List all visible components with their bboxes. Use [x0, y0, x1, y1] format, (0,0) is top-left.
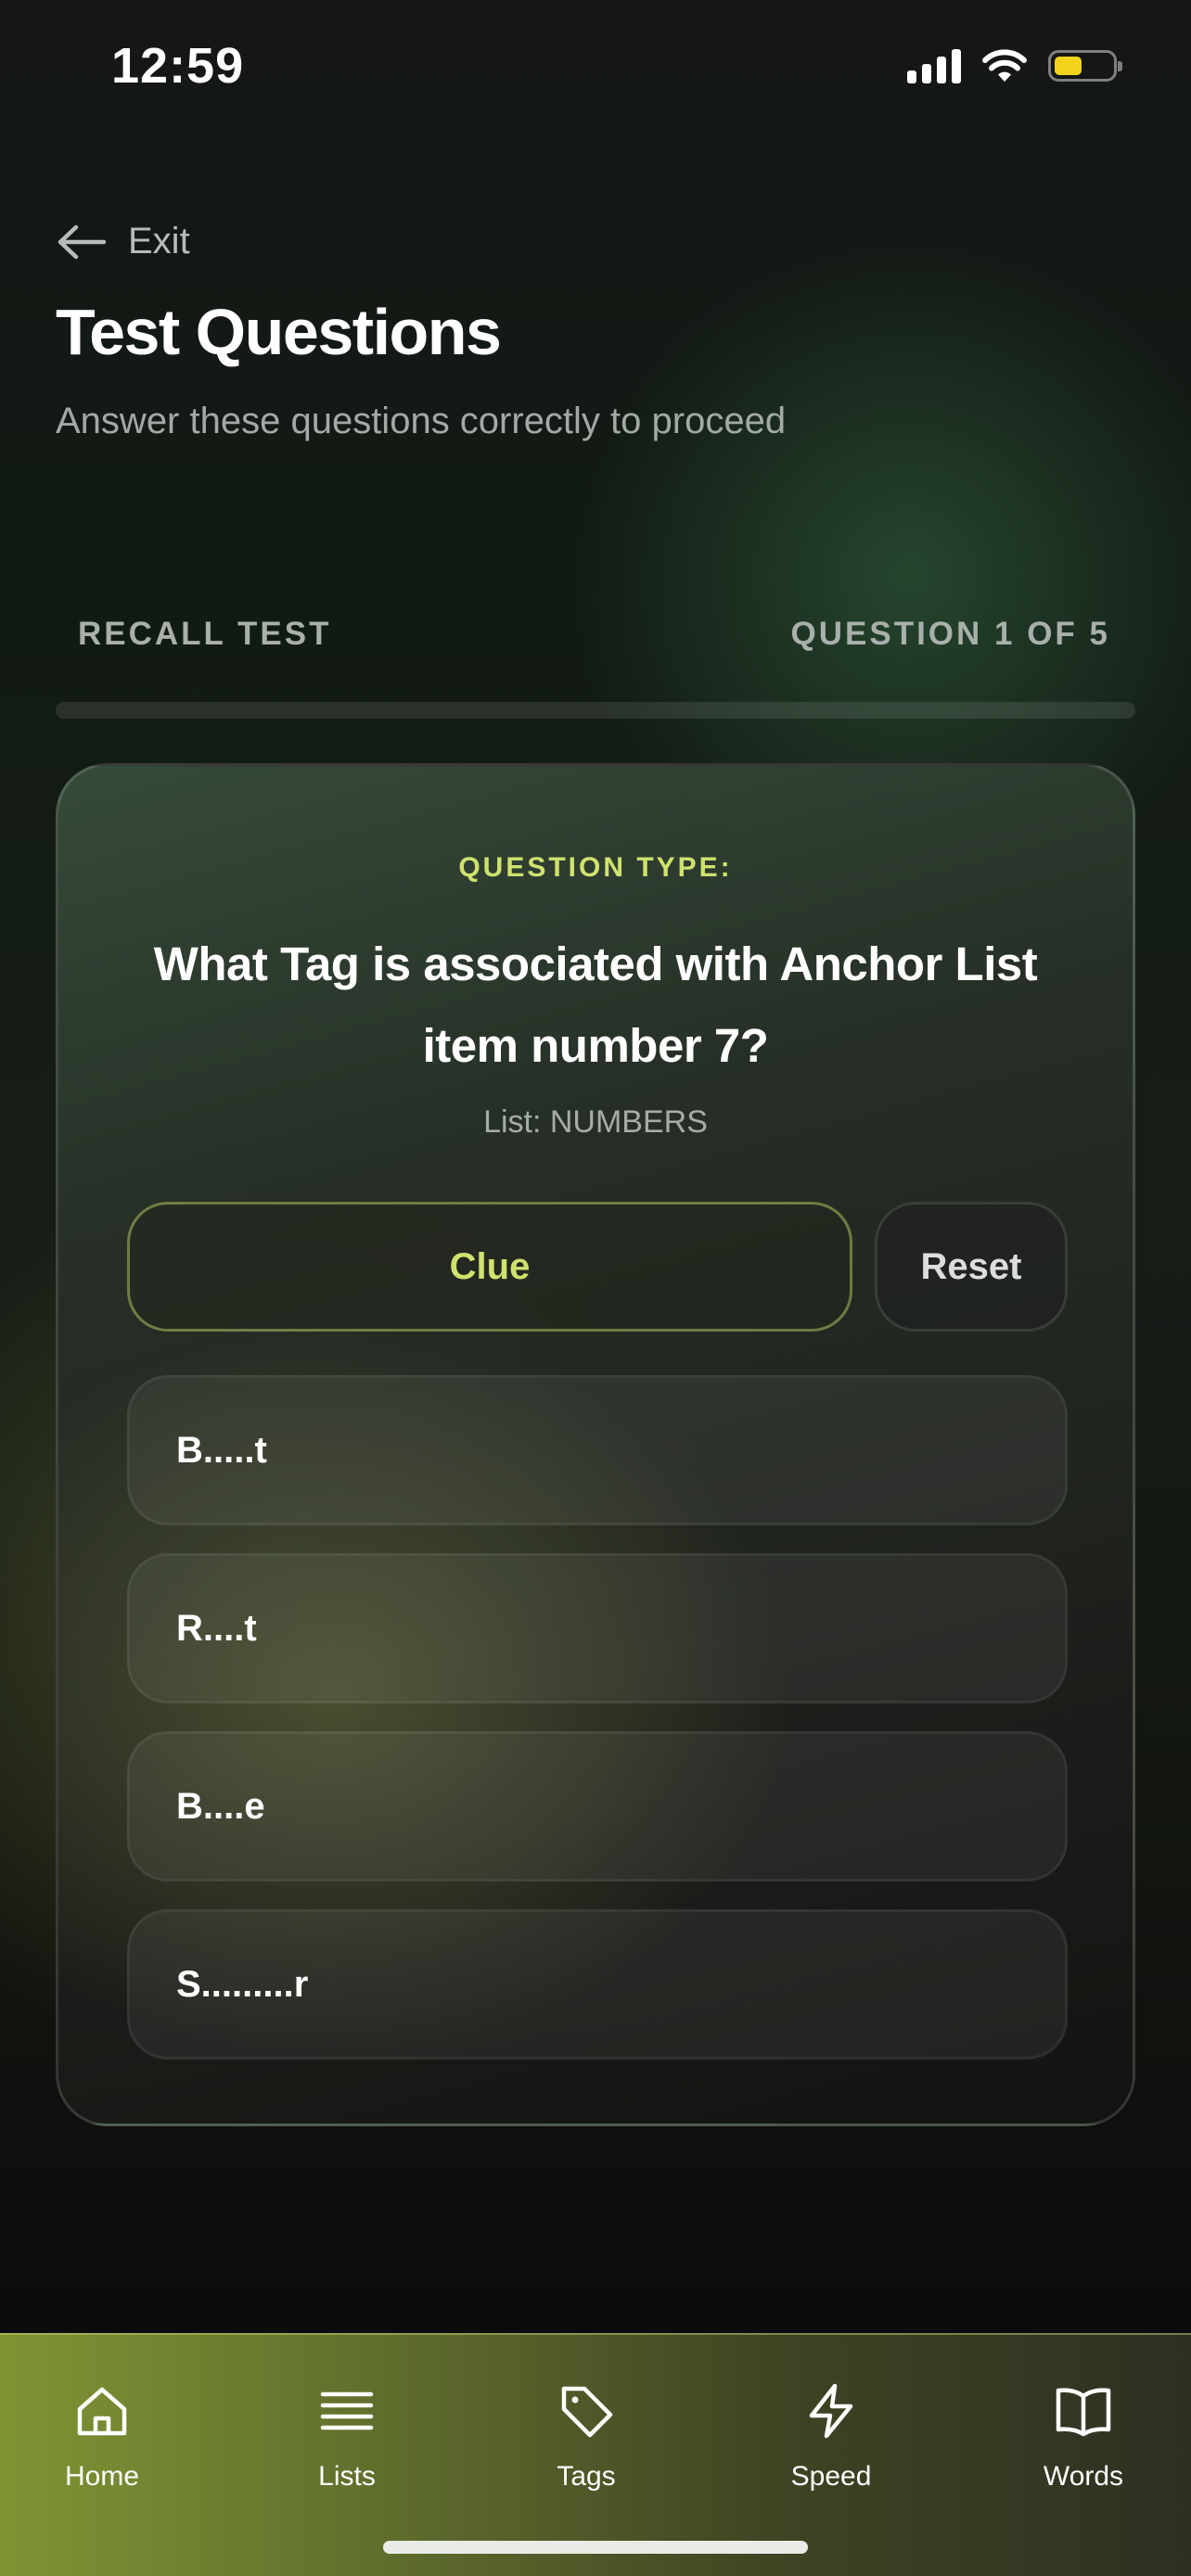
battery-icon — [1048, 50, 1122, 82]
arrow-left-icon — [58, 224, 106, 259]
status-icons — [907, 48, 1122, 83]
exit-button[interactable]: Exit — [56, 221, 190, 262]
lightning-icon — [809, 2383, 853, 2439]
answer-option[interactable]: B....e — [127, 1731, 1068, 1881]
battery-nub — [1118, 61, 1122, 71]
page-subtitle: Answer these questions correctly to proc… — [56, 401, 787, 441]
tab-tags[interactable]: Tags — [503, 2381, 670, 2493]
home-icon — [77, 2387, 127, 2436]
home-indicator[interactable] — [383, 2541, 808, 2554]
status-bar: 12:59 — [0, 0, 1191, 139]
tab-home[interactable]: Home — [19, 2381, 186, 2493]
tab-lists[interactable]: Lists — [263, 2381, 430, 2493]
question-text: What Tag is associated with Anchor List … — [153, 937, 1038, 1072]
list-icon — [320, 2391, 374, 2430]
answer-option[interactable]: S.........r — [127, 1909, 1068, 2060]
exit-label: Exit — [128, 221, 190, 261]
list-name: List: NUMBERS — [483, 1104, 708, 1140]
answer-option[interactable]: R....t — [127, 1553, 1068, 1703]
battery-level — [1055, 57, 1082, 75]
book-icon — [1056, 2388, 1111, 2437]
tab-label: Lists — [318, 2461, 376, 2492]
answer-options: B.....t R....t B....e S.........r — [127, 1375, 1068, 2087]
tag-icon — [561, 2386, 613, 2438]
tab-label: Speed — [790, 2461, 872, 2492]
tab-label: Tags — [557, 2461, 616, 2492]
test-type-label: RECALL TEST — [78, 616, 332, 652]
wifi-icon — [982, 49, 1027, 82]
answer-option[interactable]: B.....t — [127, 1375, 1068, 1525]
status-time: 12:59 — [111, 38, 245, 94]
progress-bar — [56, 702, 1135, 719]
app-screen: 12:59 Exit Test Questions Answer these q… — [0, 0, 1191, 2576]
clue-button[interactable]: Clue — [127, 1202, 852, 1332]
question-card: QUESTION TYPE: What Tag is associated wi… — [56, 763, 1135, 2126]
question-type-label: QUESTION TYPE: — [458, 852, 733, 883]
page-title: Test Questions — [56, 296, 502, 368]
tab-bar: Home Lists Tags Speed Words — [0, 2333, 1191, 2576]
tab-label: Words — [1043, 2461, 1124, 2492]
question-counter: QUESTION 1 OF 5 — [790, 616, 1110, 652]
tab-label: Home — [64, 2461, 140, 2492]
tab-speed[interactable]: Speed — [748, 2381, 915, 2493]
reset-button[interactable]: Reset — [875, 1202, 1068, 1332]
tab-words[interactable]: Words — [1000, 2381, 1167, 2493]
cellular-signal-icon — [907, 48, 961, 83]
